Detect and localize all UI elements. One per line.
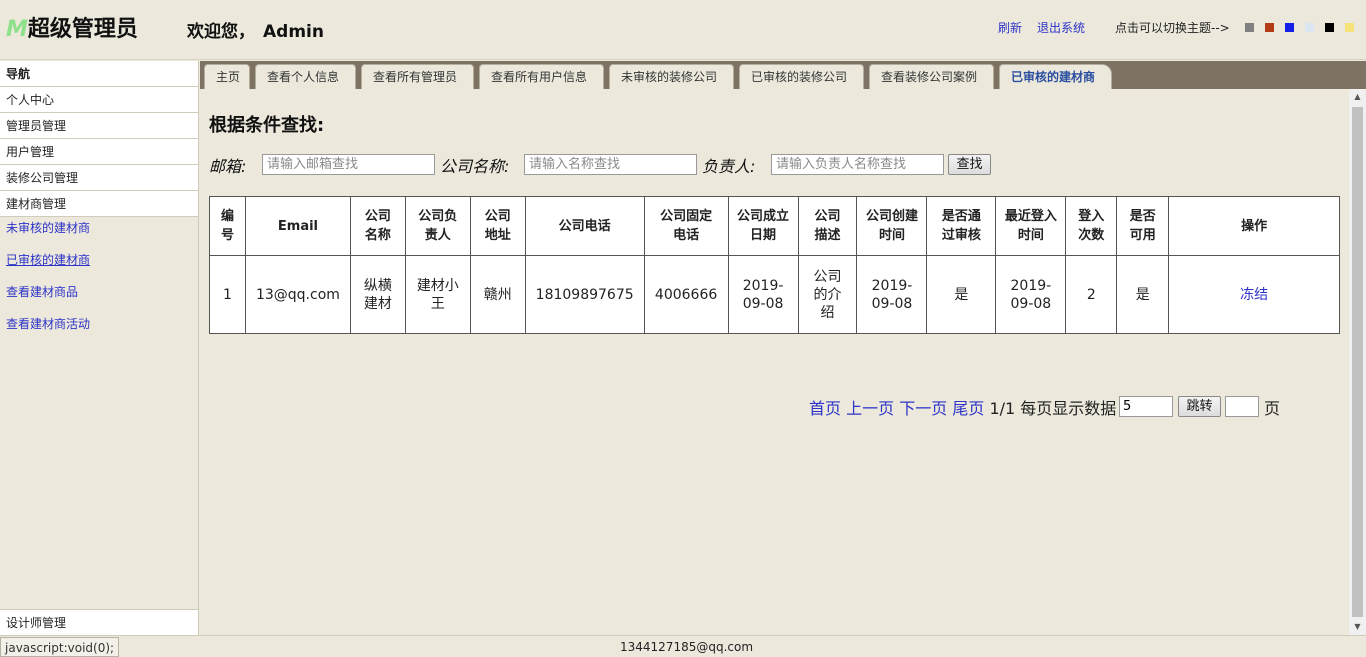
cell-created-time: 2019-09-08 [856,255,928,334]
table-row: 1 13@qq.com 纵横建材 建材小王 赣州 18109897675 400… [209,255,1340,334]
app-title: 超级管理员 [27,17,138,42]
status-bar: javascript:void(0); 1344127185@qq.com [0,635,1366,657]
freeze-link[interactable]: 冻结 [1168,255,1340,334]
scroll-down-arrow-icon[interactable]: ▼ [1349,619,1366,635]
next-page-link[interactable]: 下一页 [899,399,947,418]
search-title: 根据条件查找: [209,115,325,136]
tab-home[interactable]: 主页 [204,64,250,89]
page-info: 1/1 [989,399,1016,418]
company-name-label: 公司名称: [440,157,510,176]
per-page-label: 每页显示数据 [1020,399,1117,418]
col-header-email: Email [244,196,351,256]
sidebar-item-user-management[interactable]: 用户管理 [0,139,198,165]
sidebar-subitem-supplier-activities[interactable]: 查看建材商活动 [0,313,198,345]
app-logo: M超级管理员 [6,11,138,43]
tab-bar: 主页 查看个人信息 查看所有管理员 查看所有用户信息 未审核的装修公司 已审核的… [200,61,1366,89]
theme-swatch[interactable] [1285,23,1294,32]
sidebar-item-supplier-management[interactable]: 建材商管理 [0,191,198,217]
prev-page-link[interactable]: 上一页 [846,399,894,418]
search-button[interactable]: 查找 [948,154,991,175]
col-header-founded-date: 公司成立日期 [727,196,799,256]
col-header-company-name: 公司名称 [349,196,406,256]
col-header-description: 公司描述 [797,196,858,256]
jump-button[interactable]: 跳转 [1178,396,1221,417]
main-content: 根据条件查找: 邮箱: 公司名称: 负责人: 查找 编号 Email 公司名称 … [200,89,1349,635]
cell-company-name: 纵横建材 [349,255,406,334]
scroll-up-arrow-icon[interactable]: ▲ [1349,89,1366,105]
theme-switch-label: 点击可以切换主题--> [1115,21,1230,35]
theme-swatch[interactable] [1305,23,1314,32]
cell-approved: 是 [926,255,997,334]
cell-enabled: 是 [1116,255,1170,334]
vertical-scrollbar[interactable]: ▲ ▼ [1349,89,1366,635]
pagination: 首页 上一页 下一页 尾页 1/1 每页显示数据 [809,395,1116,419]
sidebar-subitem-supplier-products[interactable]: 查看建材商品 [0,281,198,313]
first-page-link[interactable]: 首页 [809,399,841,418]
col-header-login-count: 登入次数 [1065,196,1118,256]
col-header-company-address: 公司地址 [469,196,526,256]
cell-login-count: 2 [1065,255,1118,334]
tab-reviewed-suppliers[interactable]: 已审核的建材商 [999,64,1112,89]
welcome-label: 欢迎您， [187,22,255,42]
tab-reviewed-companies[interactable]: 已审核的装修公司 [739,64,864,89]
col-header-id: 编号 [209,196,246,256]
cell-last-login: 2019-09-08 [995,255,1067,334]
sidebar: 导航 个人中心 管理员管理 用户管理 装修公司管理 建材商管理 未审核的建材商 … [0,61,199,635]
page-number-input[interactable] [1225,396,1259,417]
table-header-row: 编号 Email 公司名称 公司负责人 公司地址 公司电话 公司固定电话 公司成… [209,196,1340,256]
col-header-company-landline: 公司固定电话 [643,196,729,256]
email-search-input[interactable] [262,154,435,175]
sidebar-subitem-unreviewed-suppliers[interactable]: 未审核的建材商 [0,217,198,249]
col-header-created-time: 公司创建时间 [856,196,928,256]
username: Admin [263,22,324,42]
cell-company-address: 赣州 [469,255,526,334]
logout-link[interactable]: 退出系统 [1037,19,1085,36]
cell-company-owner: 建材小王 [404,255,471,334]
sidebar-item-admin-management[interactable]: 管理员管理 [0,113,198,139]
nav-title: 导航 [0,61,198,87]
col-header-actions: 操作 [1168,196,1340,256]
col-header-company-owner: 公司负责人 [404,196,471,256]
sidebar-subitem-reviewed-suppliers[interactable]: 已审核的建材商 [0,249,198,281]
company-name-search-input[interactable] [524,154,697,175]
cell-company-landline: 4006666 [643,255,729,334]
tab-all-users[interactable]: 查看所有用户信息 [479,64,604,89]
col-header-enabled: 是否可用 [1116,196,1170,256]
tab-unreviewed-companies[interactable]: 未审核的装修公司 [609,64,734,89]
welcome-text: 欢迎您， Admin [187,17,324,42]
theme-swatch[interactable] [1265,23,1274,32]
cell-id: 1 [209,255,246,334]
col-header-approved: 是否通过审核 [926,196,997,256]
sidebar-item-personal-center[interactable]: 个人中心 [0,87,198,113]
supplier-table: 编号 Email 公司名称 公司负责人 公司地址 公司电话 公司固定电话 公司成… [209,196,1340,334]
per-page-input[interactable] [1119,396,1173,417]
tab-personal-info[interactable]: 查看个人信息 [255,64,356,89]
theme-swatch[interactable] [1245,23,1254,32]
email-label: 邮箱: [209,157,247,176]
cell-company-phone: 18109897675 [524,255,645,334]
cell-founded-date: 2019-09-08 [727,255,799,334]
tab-company-cases[interactable]: 查看装修公司案例 [869,64,994,89]
owner-search-input[interactable] [771,154,944,175]
theme-swatch[interactable] [1345,23,1354,32]
owner-label: 负责人: [702,157,756,176]
header: M超级管理员 欢迎您， Admin 刷新 退出系统 点击可以切换主题--> [0,0,1366,60]
theme-swatch[interactable] [1325,23,1334,32]
col-header-last-login: 最近登入时间 [995,196,1067,256]
sidebar-item-designer-management[interactable]: 设计师管理 [0,609,198,635]
last-page-link[interactable]: 尾页 [952,399,984,418]
col-header-company-phone: 公司电话 [524,196,645,256]
page-suffix: 页 [1264,399,1281,418]
cell-description: 公司的介绍 [797,255,858,334]
logo-mark: M [6,17,28,42]
scrollbar-thumb[interactable] [1352,107,1363,617]
tab-all-admins[interactable]: 查看所有管理员 [361,64,474,89]
cell-email: 13@qq.com [244,255,351,334]
sidebar-item-decoration-company-management[interactable]: 装修公司管理 [0,165,198,191]
footer-contact: 1344127185@qq.com [620,640,754,654]
status-url: javascript:void(0); [0,637,120,657]
refresh-link[interactable]: 刷新 [998,19,1022,36]
